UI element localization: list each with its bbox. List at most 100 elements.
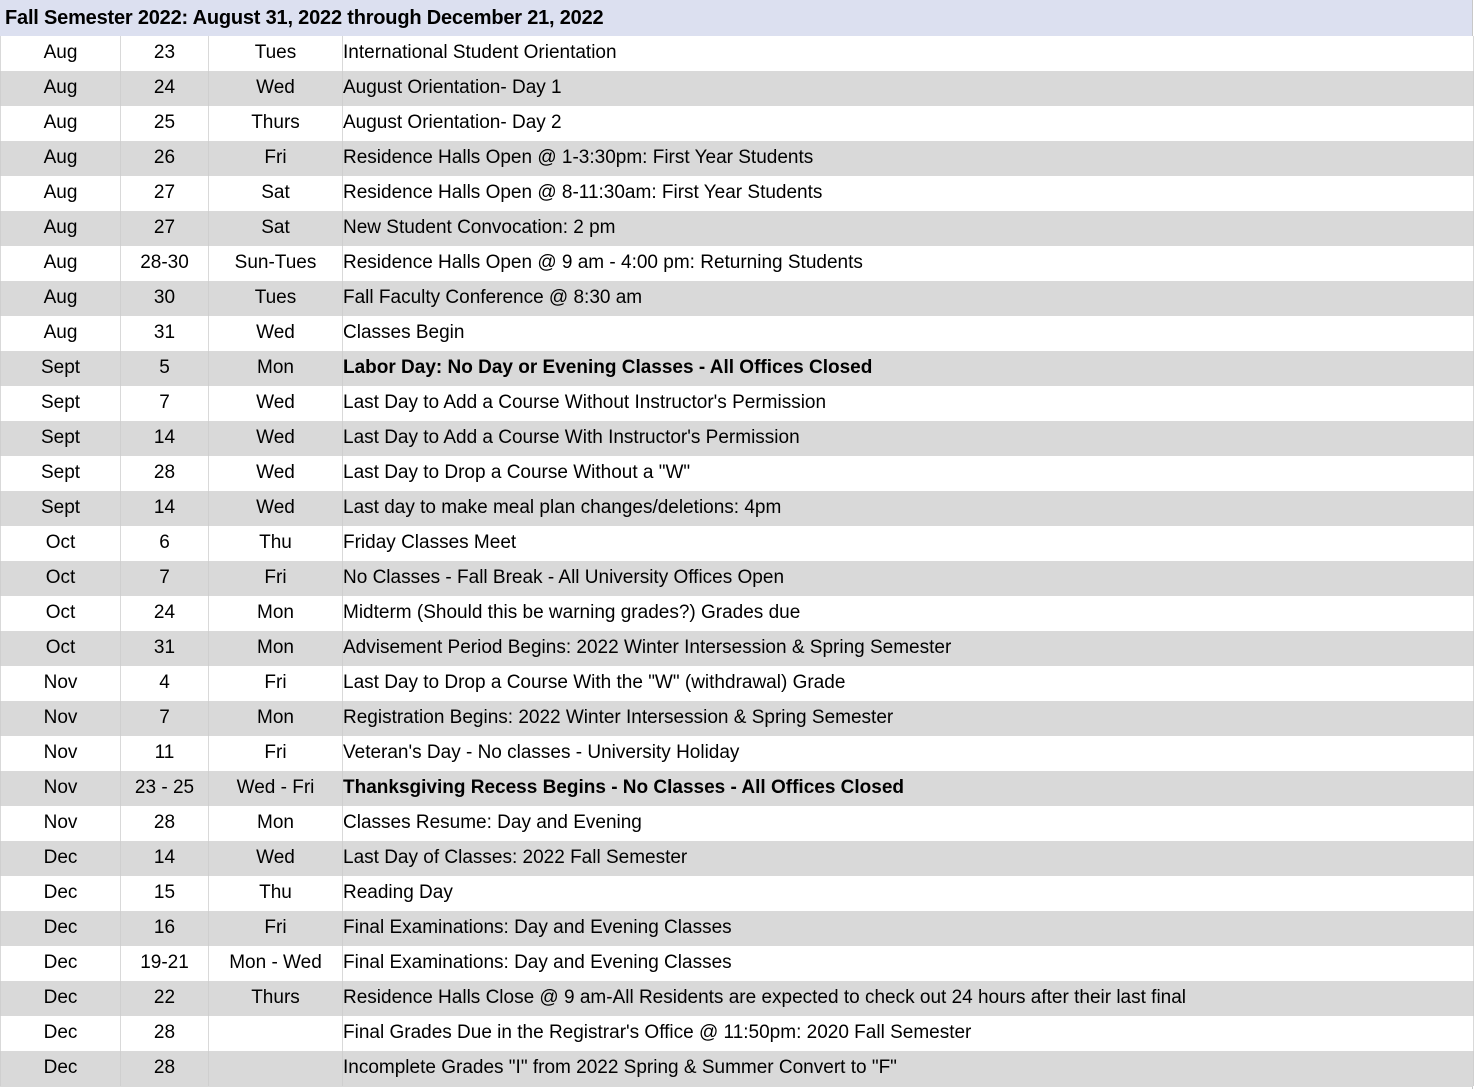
cell-description: Last day to make meal plan changes/delet… [342, 491, 1474, 526]
cell-day: Mon [208, 806, 343, 841]
cell-date: 31 [120, 631, 209, 666]
cell-description: Residence Halls Open @ 1-3:30pm: First Y… [342, 141, 1474, 176]
cell-month: Oct [0, 561, 121, 596]
cell-description: Residence Halls Open @ 9 am - 4:00 pm: R… [342, 246, 1474, 281]
cell-month: Dec [0, 981, 121, 1016]
cell-month: Dec [0, 1016, 121, 1051]
table-row: Sept 5 Mon Labor Day: No Day or Evening Cla… [0, 351, 1474, 386]
cell-date: 7 [120, 386, 209, 421]
cell-date: 31 [120, 316, 209, 351]
cell-month: Oct [0, 631, 121, 666]
cell-date: 28 [120, 456, 209, 491]
cell-month: Nov [0, 771, 121, 806]
cell-month: Aug [0, 36, 121, 71]
cell-date: 27 [120, 211, 209, 246]
cell-month: Aug [0, 141, 121, 176]
cell-month: Sept [0, 386, 121, 421]
cell-day [208, 1016, 343, 1051]
cell-description: Veteran's Day - No classes - University … [342, 736, 1474, 771]
cell-description: Friday Classes Meet [342, 526, 1474, 561]
table-row: Aug 28-30 Sun-Tues Residence Halls Open @ 9… [0, 246, 1474, 281]
cell-day: Mon [208, 701, 343, 736]
table-row: Aug 30 Tues Fall Faculty Conference @ 8:30 … [0, 281, 1474, 316]
cell-day: Mon - Wed [208, 946, 343, 981]
cell-date: 6 [120, 526, 209, 561]
cell-day: Tues [208, 36, 343, 71]
cell-date: 23 [120, 36, 209, 71]
table-row: Dec 19-21 Mon - Wed Final Examinations: Day… [0, 946, 1474, 981]
table-row: Aug 24 Wed August Orientation- Day 1 [0, 71, 1474, 106]
cell-date: 19-21 [120, 946, 209, 981]
cell-month: Dec [0, 841, 121, 876]
cell-description: Thanksgiving Recess Begins - No Classes … [342, 771, 1474, 806]
cell-day: Fri [208, 561, 343, 596]
cell-description: Fall Faculty Conference @ 8:30 am [342, 281, 1474, 316]
cell-day: Sat [208, 211, 343, 246]
cell-month: Aug [0, 106, 121, 141]
cell-month: Nov [0, 666, 121, 701]
cell-description: Residence Halls Open @ 8-11:30am: First … [342, 176, 1474, 211]
cell-month: Sept [0, 351, 121, 386]
calendar-table: Aug 23 Tues International Student Orientati… [0, 36, 1474, 1086]
cell-month: Aug [0, 176, 121, 211]
table-row: Nov 28 Mon Classes Resume: Day and Evening [0, 806, 1474, 841]
table-row: Aug 27 Sat Residence Halls Open @ 8-11:30am… [0, 176, 1474, 211]
table-row: Sept 7 Wed Last Day to Add a Course Without… [0, 386, 1474, 421]
cell-description: Last Day to Drop a Course With the "W" (… [342, 666, 1474, 701]
cell-description: Classes Resume: Day and Evening [342, 806, 1474, 841]
cell-day: Thurs [208, 106, 343, 141]
cell-day [208, 1051, 343, 1086]
cell-date: 22 [120, 981, 209, 1016]
table-row: Aug 31 Wed Classes Begin [0, 316, 1474, 351]
cell-description: Residence Halls Close @ 9 am-All Residen… [342, 981, 1474, 1016]
cell-date: 7 [120, 561, 209, 596]
cell-description: New Student Convocation: 2 pm [342, 211, 1474, 246]
table-row: Dec 28 Incomplete Grades "I" from 2022 Spr… [0, 1051, 1474, 1086]
cell-description: Labor Day: No Day or Evening Classes - A… [342, 351, 1474, 386]
cell-date: 15 [120, 876, 209, 911]
cell-date: 5 [120, 351, 209, 386]
cell-date: 27 [120, 176, 209, 211]
table-row: Dec 22 Thurs Residence Halls Close @ 9 am-A… [0, 981, 1474, 1016]
cell-month: Dec [0, 876, 121, 911]
cell-date: 23 - 25 [120, 771, 209, 806]
table-row: Oct 24 Mon Midterm (Should this be warning … [0, 596, 1474, 631]
cell-day: Wed [208, 491, 343, 526]
cell-description: Final Examinations: Day and Evening Clas… [342, 911, 1474, 946]
cell-date: 25 [120, 106, 209, 141]
cell-date: 30 [120, 281, 209, 316]
cell-day: Sat [208, 176, 343, 211]
cell-description: Classes Begin [342, 316, 1474, 351]
cell-date: 16 [120, 911, 209, 946]
table-row: Dec 16 Fri Final Examinations: Day and Even… [0, 911, 1474, 946]
cell-description: Advisement Period Begins: 2022 Winter In… [342, 631, 1474, 666]
cell-day: Tues [208, 281, 343, 316]
table-row: Aug 26 Fri Residence Halls Open @ 1-3:30pm:… [0, 141, 1474, 176]
cell-description: No Classes - Fall Break - All University… [342, 561, 1474, 596]
cell-description: August Orientation- Day 2 [342, 106, 1474, 141]
cell-description: Midterm (Should this be warning grades?)… [342, 596, 1474, 631]
cell-month: Dec [0, 946, 121, 981]
table-row: Nov 23 - 25 Wed - Fri Thanksgiving Recess B… [0, 771, 1474, 806]
cell-day: Mon [208, 351, 343, 386]
cell-date: 26 [120, 141, 209, 176]
cell-day: Wed [208, 841, 343, 876]
cell-month: Sept [0, 491, 121, 526]
table-row: Sept 28 Wed Last Day to Drop a Course Witho… [0, 456, 1474, 491]
table-row: Oct 31 Mon Advisement Period Begins: 2022 W… [0, 631, 1474, 666]
cell-month: Aug [0, 246, 121, 281]
cell-day: Thu [208, 526, 343, 561]
cell-month: Dec [0, 1051, 121, 1086]
cell-description: Last Day to Add a Course With Instructor… [342, 421, 1474, 456]
cell-date: 24 [120, 596, 209, 631]
cell-date: 14 [120, 491, 209, 526]
cell-description: Last Day to Add a Course Without Instruc… [342, 386, 1474, 421]
cell-month: Sept [0, 456, 121, 491]
cell-month: Dec [0, 911, 121, 946]
cell-month: Sept [0, 421, 121, 456]
cell-month: Nov [0, 701, 121, 736]
table-row: Nov 7 Mon Registration Begins: 2022 Winter … [0, 701, 1474, 736]
table-row: Nov 4 Fri Last Day to Drop a Course With th… [0, 666, 1474, 701]
cell-day: Fri [208, 666, 343, 701]
cell-day: Sun-Tues [208, 246, 343, 281]
